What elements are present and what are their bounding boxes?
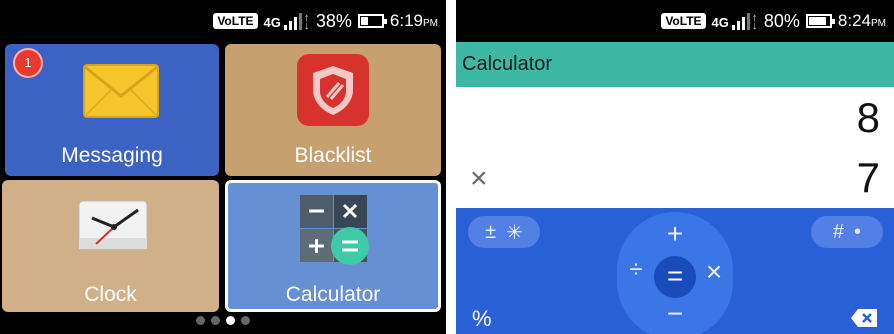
volte-indicator: VoLTE bbox=[213, 13, 258, 29]
app-title: Calculator bbox=[456, 42, 894, 87]
launcher-screen: VoLTE 4G ↑ ↓ 38% 6:19PM 1 Messaging Black… bbox=[0, 0, 446, 334]
battery-percent: 80% bbox=[763, 10, 800, 31]
minus-button[interactable]: − bbox=[660, 298, 690, 330]
blacklist-label: Blacklist bbox=[294, 144, 372, 167]
calculator-icon bbox=[300, 195, 369, 265]
operator-symbol: × bbox=[470, 162, 488, 195]
page-dot[interactable] bbox=[241, 316, 250, 325]
calculator-tile[interactable]: Calculator bbox=[225, 180, 441, 312]
result-display: 8 bbox=[456, 88, 894, 148]
keypad: ± ✳ # • + ÷ = × − % bbox=[456, 208, 894, 334]
sign-toggle-button[interactable]: ± ✳ bbox=[468, 216, 540, 248]
calculator-label: Calculator bbox=[285, 283, 381, 306]
clock-time: 8:24PM bbox=[837, 11, 886, 30]
blacklist-tile[interactable]: Blacklist bbox=[225, 44, 441, 176]
signal-icon: 4G ↑ ↓ bbox=[711, 12, 758, 32]
backspace-icon[interactable] bbox=[850, 308, 878, 328]
entry-display: × 7 bbox=[456, 148, 894, 208]
battery-icon bbox=[357, 14, 387, 28]
percent-button[interactable]: % bbox=[472, 306, 492, 332]
dot-label: • bbox=[854, 220, 862, 243]
shield-block-icon bbox=[297, 54, 369, 126]
hash-label: # bbox=[832, 220, 845, 243]
envelope-icon bbox=[83, 64, 159, 118]
multiply-button[interactable]: × bbox=[699, 256, 729, 288]
sign-alt-label: ✳ bbox=[506, 221, 523, 244]
entry-value: 7 bbox=[856, 154, 880, 201]
messaging-label: Messaging bbox=[61, 144, 163, 167]
page-dot-active[interactable] bbox=[226, 316, 235, 325]
clock-icon bbox=[78, 200, 148, 250]
notification-badge: 1 bbox=[15, 50, 41, 76]
signal-icon: 4G ↑ ↓ bbox=[263, 12, 310, 32]
page-dot[interactable] bbox=[196, 316, 205, 325]
plus-button[interactable]: + bbox=[660, 218, 690, 250]
clock-label: Clock bbox=[84, 283, 137, 306]
hash-dot-button[interactable]: # • bbox=[811, 216, 883, 248]
battery-percent: 38% bbox=[315, 10, 352, 31]
calculator-screen: VoLTE 4G ↑ ↓ 80% 8:24PM Calculator 8 × 7 … bbox=[456, 0, 894, 334]
clock-tile[interactable]: Clock bbox=[2, 180, 219, 312]
page-indicator bbox=[0, 316, 446, 325]
status-bar: VoLTE 4G ↑ ↓ 38% 6:19PM bbox=[0, 0, 446, 42]
equals-button[interactable]: = bbox=[654, 256, 696, 298]
result-value: 8 bbox=[856, 94, 880, 141]
volte-indicator: VoLTE bbox=[661, 13, 706, 29]
page-dot[interactable] bbox=[211, 316, 220, 325]
sign-label: ± bbox=[485, 220, 497, 243]
divide-button[interactable]: ÷ bbox=[621, 256, 651, 284]
clock-time: 6:19PM bbox=[389, 11, 438, 30]
messaging-tile[interactable]: 1 Messaging bbox=[5, 44, 219, 176]
status-bar: VoLTE 4G ↑ ↓ 80% 8:24PM bbox=[456, 0, 894, 42]
operator-wheel: + ÷ = × − bbox=[617, 212, 733, 334]
battery-icon bbox=[805, 14, 835, 28]
